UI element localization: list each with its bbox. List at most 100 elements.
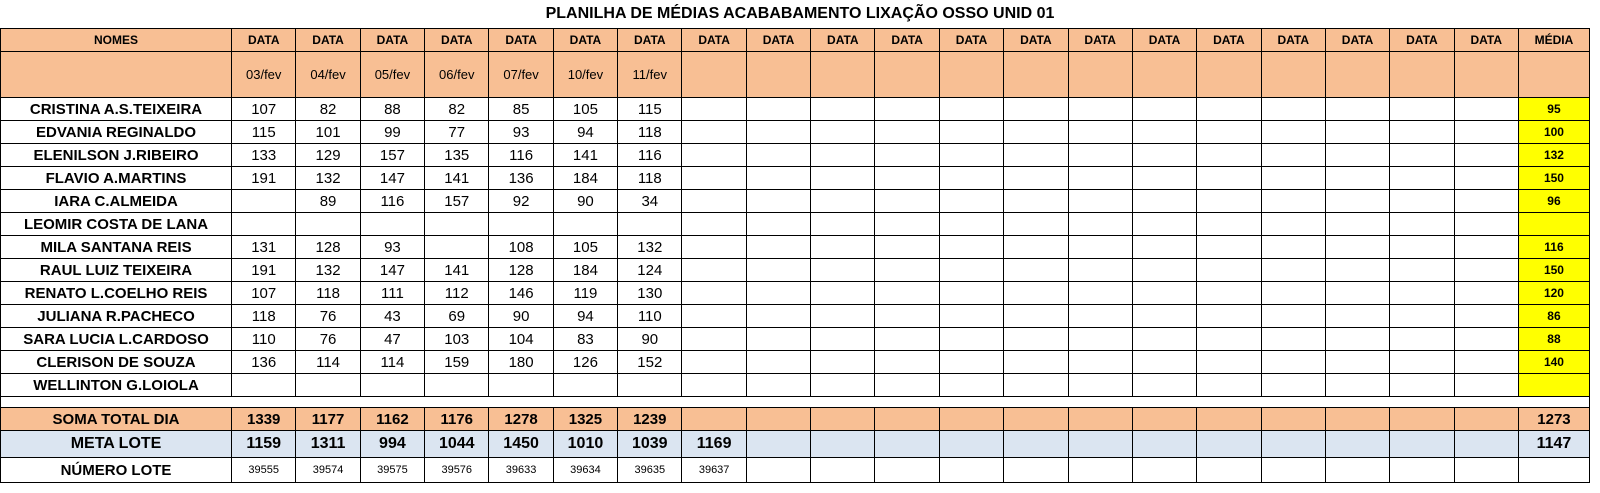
value-cell[interactable] [810,97,876,121]
value-cell[interactable] [1389,212,1455,236]
value-cell[interactable] [552,212,619,236]
value-cell[interactable] [1067,258,1133,282]
header-date-label-cell[interactable]: DATA [1003,28,1069,52]
value-cell[interactable]: 131 [231,235,297,259]
header-date-label-cell[interactable]: DATA [231,28,297,52]
value-cell[interactable] [1389,350,1455,374]
value-cell[interactable] [1260,235,1326,259]
value-cell[interactable] [1067,350,1133,374]
value-cell[interactable]: 118 [617,120,683,144]
value-cell[interactable] [938,327,1005,351]
soma-total-row-value[interactable] [1389,407,1455,431]
date-cell[interactable]: 11/fev [617,51,683,98]
value-cell[interactable] [1003,258,1069,282]
value-cell[interactable] [1260,120,1326,144]
employee-name-cell[interactable]: SARA LUCIA L.CARDOSO [0,327,233,351]
value-cell[interactable] [488,373,554,397]
soma-total-row-value[interactable] [1324,407,1391,431]
value-cell[interactable] [1453,189,1519,213]
value-cell[interactable] [1196,189,1262,213]
employee-name-cell[interactable]: ELENILSON J.RIBEIRO [0,143,233,167]
value-cell[interactable] [1389,281,1455,305]
soma-total-row-value[interactable] [938,407,1005,431]
date-cell[interactable] [810,51,876,98]
value-cell[interactable] [231,212,297,236]
value-cell[interactable] [1003,350,1069,374]
media-cell[interactable]: 95 [1517,97,1591,121]
value-cell[interactable] [1067,143,1133,167]
value-cell[interactable] [1260,373,1326,397]
value-cell[interactable] [938,281,1005,305]
value-cell[interactable]: 119 [552,281,619,305]
employee-name-cell[interactable]: LEOMIR COSTA DE LANA [0,212,233,236]
value-cell[interactable] [681,189,747,213]
header-date-label-cell[interactable]: DATA [1131,28,1198,52]
value-cell[interactable]: 130 [617,281,683,305]
value-cell[interactable]: 94 [552,304,619,328]
value-cell[interactable] [1324,143,1391,167]
header-names-cell[interactable]: NOMES [0,28,233,52]
value-cell[interactable] [1196,166,1262,190]
value-cell[interactable] [1003,97,1069,121]
numero-lote-row-value[interactable]: 39637 [681,457,747,483]
numero-lote-row-value[interactable]: 39635 [617,457,683,483]
value-cell[interactable]: 157 [359,143,426,167]
value-cell[interactable]: 69 [424,304,490,328]
value-cell[interactable]: 105 [552,235,619,259]
value-cell[interactable] [810,143,876,167]
value-cell[interactable] [1196,235,1262,259]
employee-name-cell[interactable]: EDVANIA REGINALDO [0,120,233,144]
date-cell[interactable] [1389,51,1455,98]
value-cell[interactable] [745,143,812,167]
value-cell[interactable]: 124 [617,258,683,282]
value-cell[interactable] [810,327,876,351]
numero-lote-row-value[interactable] [1003,457,1069,483]
meta-lote-row-value[interactable]: 1039 [617,430,683,458]
numero-lote-row-value[interactable] [1389,457,1455,483]
value-cell[interactable] [1003,143,1069,167]
value-cell[interactable]: 132 [295,166,361,190]
header-date-label-cell[interactable]: DATA [745,28,812,52]
value-cell[interactable]: 152 [617,350,683,374]
value-cell[interactable] [1260,143,1326,167]
value-cell[interactable] [1324,281,1391,305]
value-cell[interactable]: 147 [359,166,426,190]
value-cell[interactable] [1003,327,1069,351]
date-cell[interactable]: 05/fev [359,51,426,98]
value-cell[interactable] [1067,327,1133,351]
numero-lote-row-value[interactable] [1131,457,1198,483]
value-cell[interactable] [681,350,747,374]
numero-lote-row-value[interactable] [810,457,876,483]
value-cell[interactable] [745,189,812,213]
value-cell[interactable] [745,281,812,305]
value-cell[interactable]: 82 [295,97,361,121]
employee-name-cell[interactable]: FLAVIO A.MARTINS [0,166,233,190]
value-cell[interactable] [938,304,1005,328]
header-date-label-cell[interactable]: DATA [1324,28,1391,52]
value-cell[interactable] [1453,281,1519,305]
value-cell[interactable] [745,235,812,259]
value-cell[interactable] [1324,304,1391,328]
value-cell[interactable] [424,373,490,397]
value-cell[interactable] [1453,212,1519,236]
value-cell[interactable]: 132 [617,235,683,259]
value-cell[interactable] [1324,235,1391,259]
value-cell[interactable]: 114 [295,350,361,374]
numero-lote-row-value[interactable]: 39576 [424,457,490,483]
value-cell[interactable]: 90 [488,304,554,328]
header-date-label-cell[interactable]: DATA [1067,28,1133,52]
employee-name-cell[interactable]: CLERISON DE SOUZA [0,350,233,374]
value-cell[interactable]: 90 [617,327,683,351]
value-cell[interactable]: 34 [617,189,683,213]
date-cell[interactable]: 06/fev [424,51,490,98]
meta-lote-row-value[interactable] [1324,430,1391,458]
value-cell[interactable] [1067,97,1133,121]
media-cell[interactable]: 88 [1517,327,1591,351]
date-cell[interactable] [1453,51,1519,98]
value-cell[interactable]: 101 [295,120,361,144]
value-cell[interactable] [1003,235,1069,259]
header-date-label-cell[interactable]: DATA [1196,28,1262,52]
value-cell[interactable]: 89 [295,189,361,213]
value-cell[interactable] [810,373,876,397]
value-cell[interactable] [295,373,361,397]
